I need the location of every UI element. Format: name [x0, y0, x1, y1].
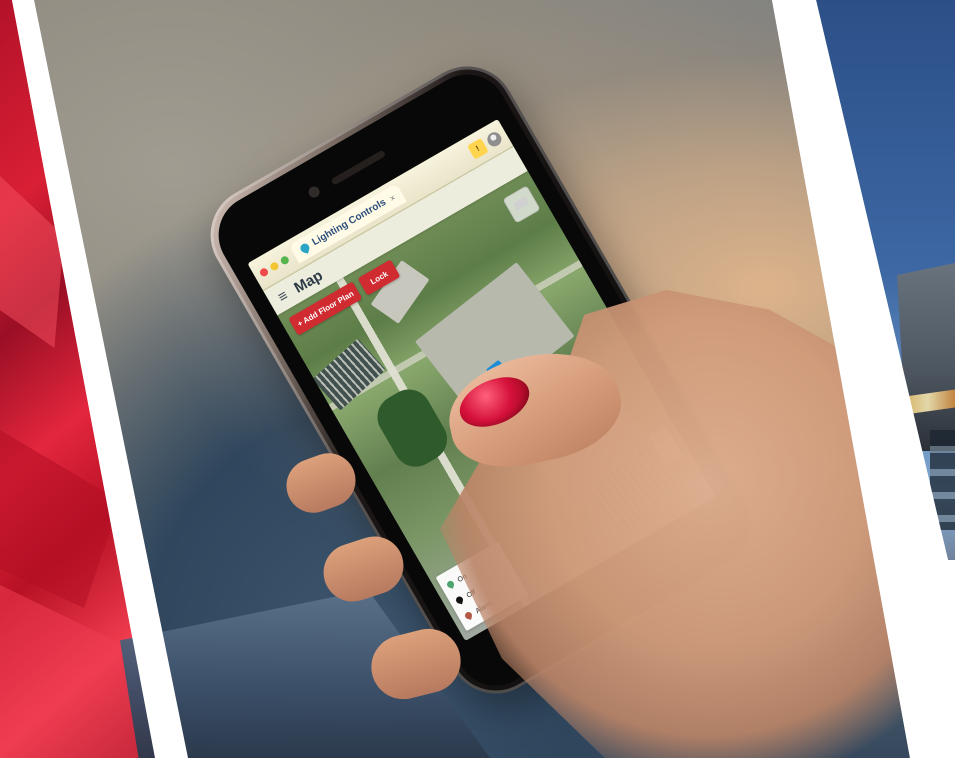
map-pin-icon [454, 595, 464, 604]
maximize-dot-icon[interactable] [279, 254, 291, 266]
minimize-dot-icon[interactable] [268, 260, 280, 272]
parking-lot [312, 338, 386, 411]
menu-icon[interactable]: ≡ [275, 287, 291, 306]
speaker-grille [330, 149, 387, 186]
tree-cluster [369, 381, 456, 475]
window-controls [258, 254, 291, 278]
extension-icon[interactable]: ! [466, 137, 489, 160]
profile-icon[interactable] [484, 129, 504, 149]
lighting-logo-icon [299, 242, 311, 254]
map-layers-button[interactable] [502, 185, 541, 224]
map-pin-icon [463, 610, 473, 620]
photo-scene: Lighting Controls × ! ≡ Map + Add Floor … [0, 0, 955, 758]
tab-close-icon[interactable]: × [387, 192, 397, 203]
front-camera-icon [306, 184, 322, 200]
map-pin-icon [445, 579, 455, 589]
close-dot-icon[interactable] [258, 266, 270, 278]
